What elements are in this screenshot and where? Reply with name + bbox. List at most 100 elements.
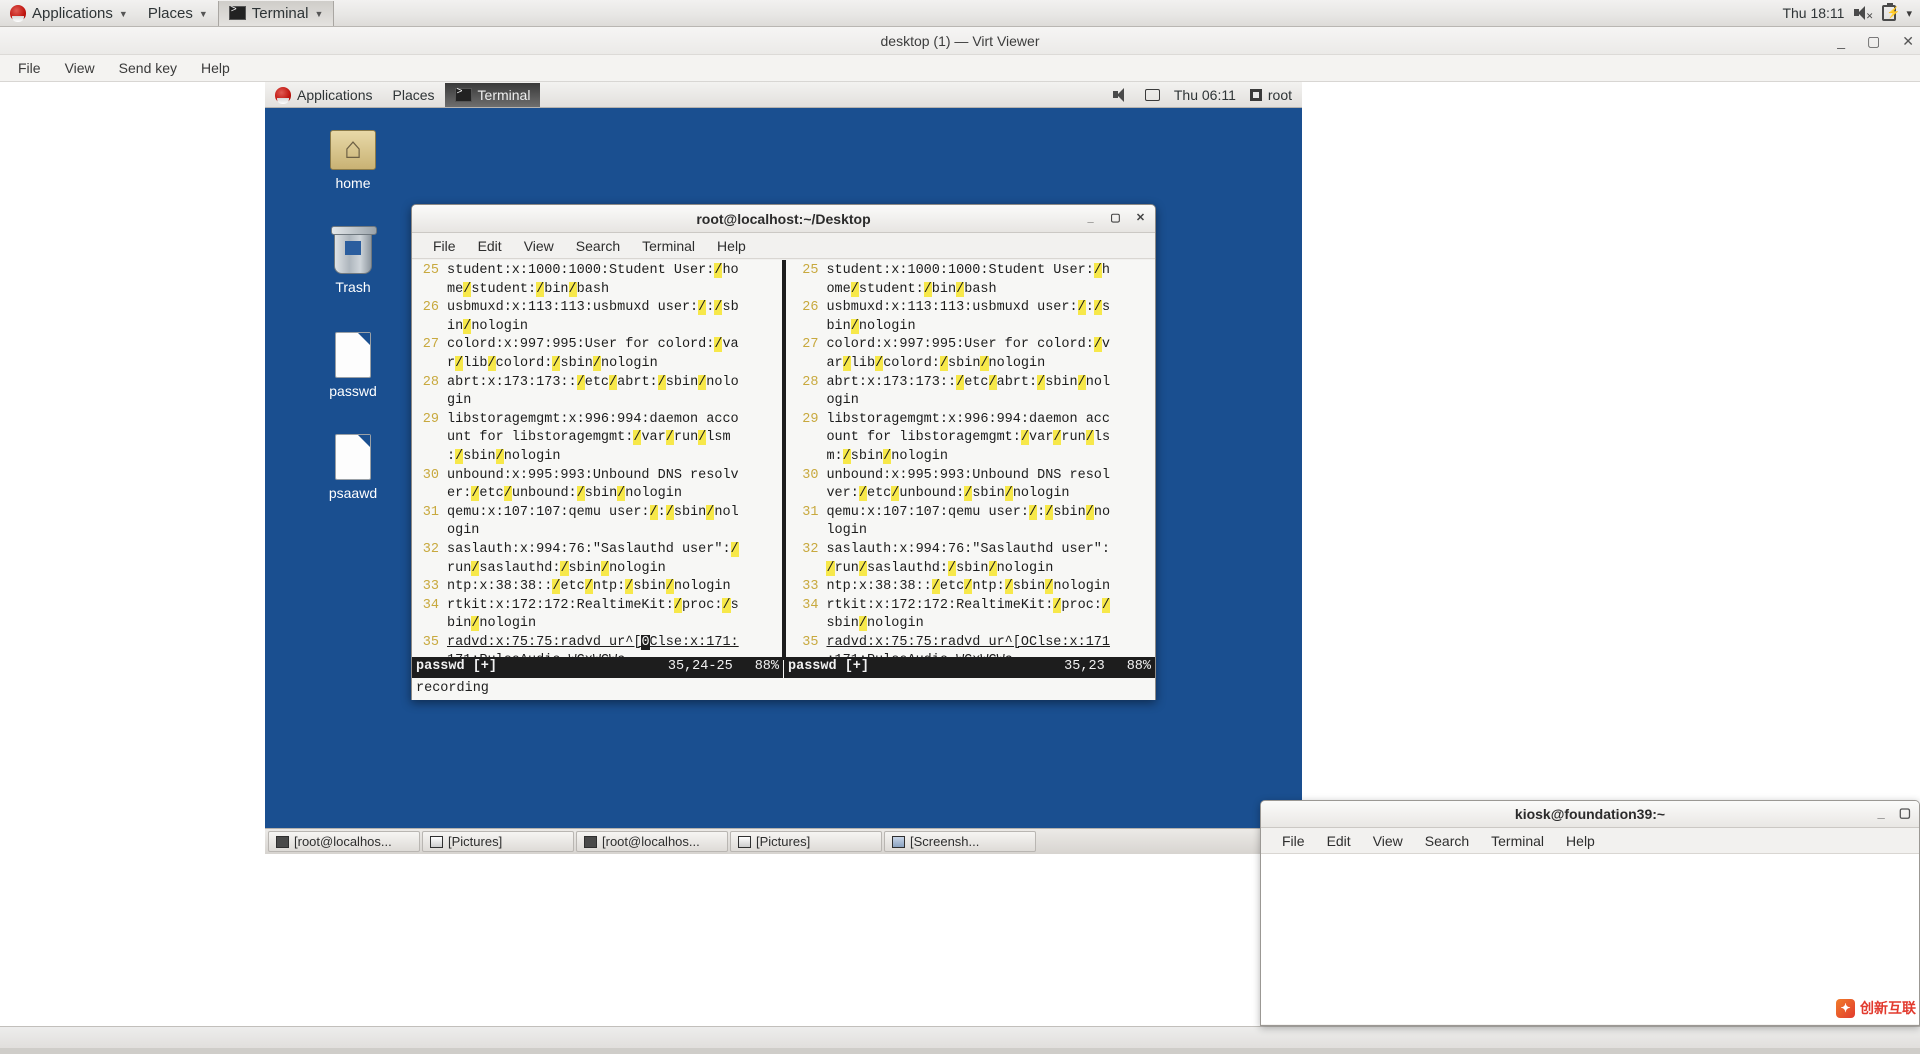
text-segment: etc: [479, 486, 503, 501]
secondary-terminal-content[interactable]: [1261, 854, 1919, 1024]
taskbar-item-label: [root@localhos...: [602, 834, 700, 849]
vim-line-text: saslauth:x:994:76:"Saslauthd user":: [826, 541, 1155, 560]
search-highlight: /: [1005, 579, 1013, 594]
vim-line-text: gin: [447, 392, 781, 411]
text-segment: unbound:: [899, 486, 964, 501]
chevron-down-icon[interactable]: ▾: [1906, 7, 1912, 20]
vim-line: 29libstoragemgmt:x:996:994:daemon acc: [794, 411, 1155, 430]
terminal-content[interactable]: 25student:x:1000:1000:Student User:/home…: [412, 260, 1155, 700]
terminal-menu-edit[interactable]: Edit: [467, 236, 513, 256]
vim-line: r/lib/colord:/sbin/nologin: [415, 355, 781, 374]
vm-screen[interactable]: Applications Places Terminal Thu 06:11 r…: [265, 82, 1302, 854]
terminal-menu-file[interactable]: File: [422, 236, 467, 256]
vim-line-text: rtkit:x:172:172:RealtimeKit:/proc:/: [826, 597, 1155, 616]
text-segment: ver:: [826, 486, 858, 501]
taskbar-item-pictures-1[interactable]: [Pictures]: [422, 831, 574, 852]
text-segment: nologin: [479, 616, 536, 631]
terminal-maximize-button[interactable]: ▢: [1107, 209, 1124, 226]
terminal-menu-search[interactable]: Search: [565, 236, 631, 256]
volume-icon[interactable]: [1113, 88, 1131, 102]
terminal-window[interactable]: root@localhost:~/Desktop _ ▢ ✕ File Edit…: [411, 204, 1156, 700]
menu-view[interactable]: View: [53, 57, 107, 79]
text-segment: etc: [940, 579, 964, 594]
taskbar-item-terminal-1[interactable]: [root@localhos...: [268, 831, 420, 852]
host-clock[interactable]: Thu 18:11: [1782, 5, 1844, 21]
vim-line: 30unbound:x:995:993:Unbound DNS resol: [794, 467, 1155, 486]
search-highlight: /: [650, 505, 658, 520]
host-places-menu[interactable]: Places ▼: [138, 1, 218, 26]
text-segment: ar: [826, 356, 842, 371]
desktop-icon-passwd[interactable]: passwd: [305, 332, 401, 400]
desktop-icon-trash[interactable]: Trash: [305, 230, 401, 296]
terminal-menu-help[interactable]: Help: [706, 236, 757, 256]
vim-command-line: recording: [412, 678, 1155, 700]
maximize-button[interactable]: ▢: [1867, 33, 1880, 50]
vim-line: 31qemu:x:107:107:qemu user:/:/sbin/no: [794, 504, 1155, 523]
taskbar-item-terminal-2[interactable]: [root@localhos...: [576, 831, 728, 852]
terminal-menu-view[interactable]: View: [513, 236, 565, 256]
secondary-menu-file[interactable]: File: [1271, 831, 1316, 851]
text-segment: ntp:: [593, 579, 625, 594]
text-segment: ls: [1094, 430, 1110, 445]
vim-line: ogin: [415, 522, 781, 541]
vm-applications-menu[interactable]: Applications: [265, 83, 383, 107]
network-icon[interactable]: [1145, 89, 1160, 101]
text-segment: bin: [447, 616, 471, 631]
menu-file[interactable]: File: [6, 57, 53, 79]
text-segment: abrt:x:173:173::: [447, 375, 577, 390]
vim-pane-left[interactable]: 25student:x:1000:1000:Student User:/home…: [412, 260, 781, 660]
terminal-icon: [276, 836, 289, 848]
vim-status-left: passwd [+] 35,24-25 88%: [412, 657, 783, 678]
taskbar-item-screenshot[interactable]: [Screensh...: [884, 831, 1036, 852]
text-segment: bash: [964, 282, 996, 297]
taskbar-item-pictures-2[interactable]: [Pictures]: [730, 831, 882, 852]
virt-viewer-titlebar: desktop (1) — Virt Viewer _ ▢ ✕: [0, 27, 1920, 55]
text-segment: sbin: [666, 375, 698, 390]
terminal-minimize-button[interactable]: _: [1082, 209, 1099, 226]
vim-line-text: unbound:x:995:993:Unbound DNS resolv: [447, 467, 781, 486]
host-applications-menu[interactable]: Applications ▼: [0, 1, 138, 26]
menu-send-key[interactable]: Send key: [107, 57, 189, 79]
host-terminal-menu[interactable]: Terminal ▼: [218, 1, 335, 26]
vm-clock[interactable]: Thu 06:11: [1174, 87, 1236, 103]
secondary-menu-view[interactable]: View: [1362, 831, 1414, 851]
secondary-menu-edit[interactable]: Edit: [1316, 831, 1362, 851]
secondary-menu-help[interactable]: Help: [1555, 831, 1606, 851]
secondary-menu-terminal[interactable]: Terminal: [1480, 831, 1555, 851]
terminal-close-button[interactable]: ✕: [1132, 209, 1149, 226]
text-segment: run: [835, 561, 859, 576]
text-segment: nolo: [706, 375, 738, 390]
text-segment: libstoragemgmt:x:996:994:daemon acc: [826, 412, 1110, 427]
text-segment: ntp:x:38:38::: [826, 579, 931, 594]
search-highlight: /: [859, 616, 867, 631]
vim-pane-right[interactable]: 25student:x:1000:1000:Student User:/home…: [786, 260, 1155, 660]
menu-help[interactable]: Help: [189, 57, 242, 79]
secondary-terminal-window[interactable]: kiosk@foundation39:~ _ ▢ File Edit View …: [1260, 800, 1920, 1026]
vim-line-text: rtkit:x:172:172:RealtimeKit:/proc:/s: [447, 597, 781, 616]
vm-places-menu[interactable]: Places: [383, 83, 445, 107]
vm-user-menu[interactable]: root: [1250, 87, 1292, 103]
search-highlight: /: [488, 356, 496, 371]
desktop-icon-psaawd[interactable]: psaawd: [305, 434, 401, 502]
text-segment: login: [826, 523, 867, 538]
vm-desktop[interactable]: home Trash passwd psaawd root@localhost:…: [265, 108, 1302, 828]
desktop-icon-home[interactable]: home: [305, 130, 401, 192]
secondary-maximize-button[interactable]: ▢: [1899, 805, 1911, 821]
minimize-button[interactable]: _: [1837, 33, 1845, 49]
vim-status-right: passwd [+] 35,23 88%: [784, 657, 1155, 678]
close-button[interactable]: ✕: [1902, 33, 1914, 50]
volume-muted-icon[interactable]: ✕: [1854, 6, 1872, 20]
terminal-menu-terminal[interactable]: Terminal: [631, 236, 706, 256]
vm-taskbar: [root@localhos... [Pictures] [root@local…: [265, 828, 1302, 854]
search-highlight: /: [504, 486, 512, 501]
text-segment: var: [1029, 430, 1053, 445]
terminal-icon: [455, 88, 472, 102]
desktop-icon-passwd-label: passwd: [325, 382, 380, 400]
battery-charging-icon[interactable]: ⚡: [1882, 5, 1896, 21]
secondary-menu-search[interactable]: Search: [1414, 831, 1480, 851]
text-segment: abrt:: [997, 375, 1038, 390]
vim-line-text: qemu:x:107:107:qemu user:/:/sbin/nol: [447, 504, 781, 523]
taskbar-item-label: [root@localhos...: [294, 834, 392, 849]
vm-terminal-task[interactable]: Terminal: [445, 83, 541, 107]
secondary-minimize-button[interactable]: _: [1877, 805, 1884, 821]
